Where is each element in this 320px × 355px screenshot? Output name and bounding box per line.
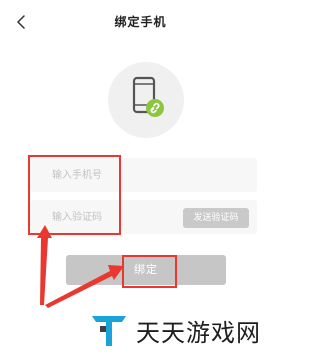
phone-number-input[interactable] bbox=[30, 158, 180, 192]
bind-phone-screen: 绑定手机 发送验证码 绑定 bbox=[0, 0, 281, 355]
status-bar bbox=[0, 0, 281, 4]
watermark-logo-icon bbox=[92, 316, 126, 346]
arrow-up-icon bbox=[37, 225, 52, 305]
phone-link-icon bbox=[132, 76, 164, 117]
page-title: 绑定手机 bbox=[114, 15, 167, 29]
bind-button[interactable]: 绑定 bbox=[66, 255, 226, 285]
verification-code-input[interactable] bbox=[30, 200, 180, 234]
phone-avatar bbox=[108, 62, 184, 138]
header: 绑定手机 bbox=[0, 10, 281, 34]
phone-input-row bbox=[30, 158, 257, 192]
code-input-row: 发送验证码 bbox=[30, 200, 257, 234]
watermark-text: 天天游戏网 bbox=[136, 318, 261, 347]
send-code-button[interactable]: 发送验证码 bbox=[183, 208, 249, 228]
watermark: 天天游戏网 bbox=[90, 312, 261, 348]
